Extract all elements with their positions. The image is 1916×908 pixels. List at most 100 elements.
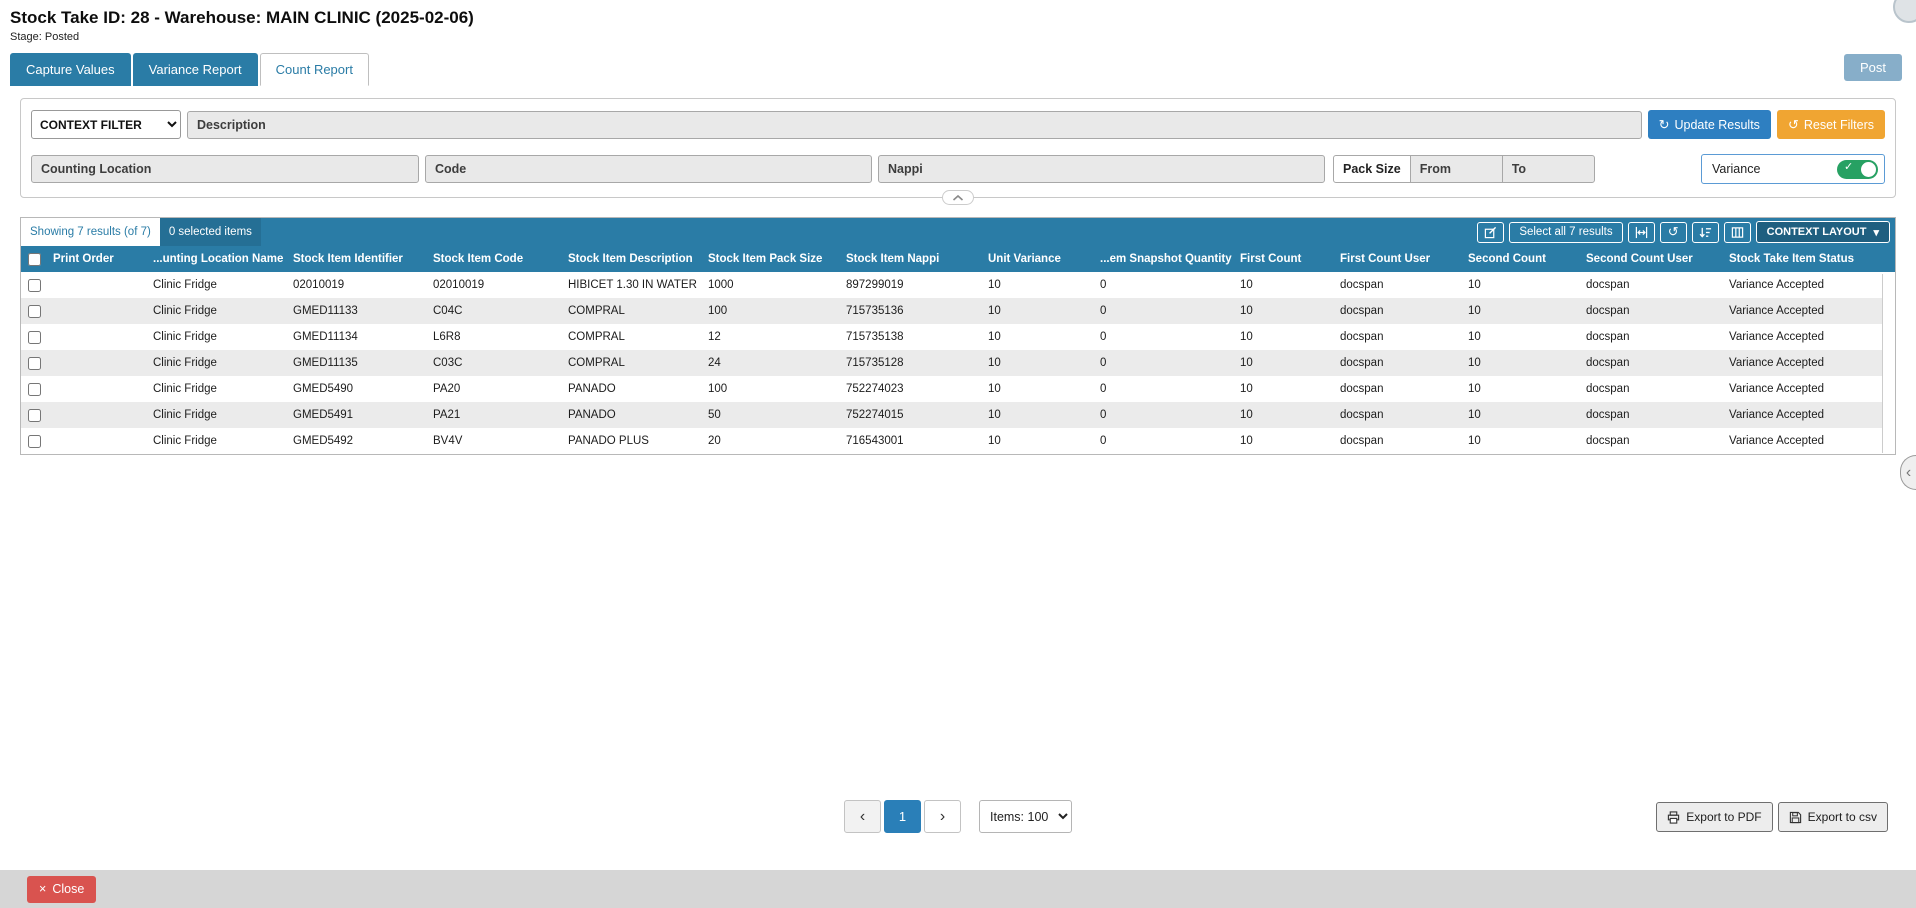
table-row[interactable]: Clinic FridgeGMED5491PA21PANADO507522740… <box>21 402 1895 428</box>
prev-page-button[interactable]: ‹ <box>844 800 881 833</box>
table-cell: 100 <box>702 376 840 402</box>
chevron-up-icon <box>952 194 964 202</box>
pack-size-from-input[interactable] <box>1410 155 1503 183</box>
column-header[interactable]: Stock Item Description <box>562 246 702 272</box>
row-select-checkbox[interactable] <box>28 305 41 318</box>
check-icon: ✓ <box>1844 162 1853 173</box>
select-all-button[interactable]: Select all 7 results <box>1509 222 1622 243</box>
table-cell: Clinic Fridge <box>147 376 287 402</box>
table-cell: 10 <box>1462 402 1580 428</box>
row-select-checkbox[interactable] <box>28 331 41 344</box>
table-scrollbar-track[interactable] <box>1882 274 1895 453</box>
column-header[interactable]: First Count <box>1234 246 1334 272</box>
table-cell: 0 <box>1094 272 1234 298</box>
export-csv-button[interactable]: Export to csv <box>1778 802 1888 832</box>
toggle-knob <box>1861 162 1876 177</box>
column-header[interactable]: Second Count User <box>1580 246 1723 272</box>
row-select-checkbox[interactable] <box>28 409 41 422</box>
select-all-checkbox[interactable] <box>28 253 41 266</box>
reset-filters-button[interactable]: ↺ Reset Filters <box>1777 110 1885 139</box>
code-input[interactable] <box>425 155 872 183</box>
variance-filter: Variance ✓ <box>1701 154 1885 184</box>
table-cell: PANADO PLUS <box>562 428 702 454</box>
column-header[interactable]: Unit Variance <box>982 246 1094 272</box>
export-csv-label: Export to csv <box>1808 810 1877 824</box>
refresh-icon: ↻ <box>1659 117 1670 133</box>
table-cell: PANADO <box>562 402 702 428</box>
counting-location-input[interactable] <box>31 155 419 183</box>
table-cell: 10 <box>1462 298 1580 324</box>
table-cell: 10 <box>1462 428 1580 454</box>
post-button[interactable]: Post <box>1844 54 1902 81</box>
pack-size-to-input[interactable] <box>1502 155 1595 183</box>
printer-icon <box>1667 811 1680 824</box>
table-cell: Clinic Fridge <box>147 402 287 428</box>
column-header[interactable]: Second Count <box>1462 246 1580 272</box>
table-row[interactable]: Clinic FridgeGMED5492BV4VPANADO PLUS2071… <box>21 428 1895 454</box>
context-layout-button[interactable]: CONTEXT LAYOUT ▾ <box>1756 221 1890 243</box>
export-pdf-label: Export to PDF <box>1686 810 1761 824</box>
table-row[interactable]: Clinic Fridge0201001902010019HIBICET 1.3… <box>21 272 1895 298</box>
fit-columns-button[interactable] <box>1628 222 1655 243</box>
items-per-page-select[interactable]: Items: 100 <box>979 800 1072 833</box>
table-cell: 10 <box>982 298 1094 324</box>
table-cell: C04C <box>427 298 562 324</box>
table-cell: GMED5491 <box>287 402 427 428</box>
table-cell: 10 <box>1234 298 1334 324</box>
context-filter-select[interactable]: CONTEXT FILTER <box>31 110 181 139</box>
tab-count-report[interactable]: Count Report <box>260 53 369 86</box>
description-input[interactable] <box>187 111 1642 139</box>
column-header[interactable]: Stock Item Nappi <box>840 246 982 272</box>
current-page-button[interactable]: 1 <box>884 800 921 833</box>
column-header[interactable]: Stock Item Identifier <box>287 246 427 272</box>
table-cell: Clinic Fridge <box>147 298 287 324</box>
table-cell: docspan <box>1334 350 1462 376</box>
update-results-button[interactable]: ↻ Update Results <box>1648 110 1771 139</box>
showing-results-chip[interactable]: Showing 7 results (of 7) <box>21 218 160 246</box>
column-header[interactable]: First Count User <box>1334 246 1462 272</box>
filter-collapse-handle[interactable] <box>942 190 974 205</box>
tab-capture-values[interactable]: Capture Values <box>10 53 131 86</box>
row-select-checkbox[interactable] <box>28 435 41 448</box>
table-cell: docspan <box>1580 324 1723 350</box>
table-cell: 752274023 <box>840 376 982 402</box>
sort-button[interactable] <box>1692 222 1719 243</box>
column-header[interactable]: Print Order <box>47 246 147 272</box>
table-cell: Variance Accepted <box>1723 376 1895 402</box>
reload-button[interactable]: ↺ <box>1660 222 1687 243</box>
table-cell: 10 <box>1462 324 1580 350</box>
column-header[interactable]: ...em Snapshot Quantity <box>1094 246 1234 272</box>
tab-variance-report[interactable]: Variance Report <box>133 53 258 86</box>
table-cell: 0 <box>1094 428 1234 454</box>
row-select-checkbox[interactable] <box>28 279 41 292</box>
close-button[interactable]: × Close <box>27 876 96 903</box>
table-cell: 0 <box>1094 350 1234 376</box>
tabs: Capture Values Variance Report Count Rep… <box>10 53 369 86</box>
column-header[interactable]: Stock Item Pack Size <box>702 246 840 272</box>
table-cell: 10 <box>982 350 1094 376</box>
column-header[interactable]: Stock Take Item Status <box>1723 246 1895 272</box>
table-row[interactable]: Clinic FridgeGMED11135C03CCOMPRAL2471573… <box>21 350 1895 376</box>
columns-button[interactable] <box>1724 222 1751 243</box>
row-select-checkbox[interactable] <box>28 383 41 396</box>
table-cell: Variance Accepted <box>1723 298 1895 324</box>
export-pdf-button[interactable]: Export to PDF <box>1656 802 1772 832</box>
column-header[interactable]: ...unting Location Name <box>147 246 287 272</box>
fit-columns-icon <box>1635 226 1648 239</box>
table-cell: docspan <box>1580 376 1723 402</box>
row-select-cell <box>21 298 47 324</box>
update-results-label: Update Results <box>1674 118 1759 132</box>
table-cell <box>47 298 147 324</box>
side-panel-handle[interactable]: ‹ <box>1900 455 1916 490</box>
table-row[interactable]: Clinic FridgeGMED11133C04CCOMPRAL1007157… <box>21 298 1895 324</box>
edit-view-button[interactable] <box>1477 222 1504 243</box>
variance-toggle[interactable]: ✓ <box>1837 160 1878 179</box>
row-select-checkbox[interactable] <box>28 357 41 370</box>
table-cell: docspan <box>1334 376 1462 402</box>
next-page-button[interactable]: › <box>924 800 961 833</box>
table-row[interactable]: Clinic FridgeGMED5490PA20PANADO100752274… <box>21 376 1895 402</box>
column-header[interactable]: Stock Item Code <box>427 246 562 272</box>
table-cell: 12 <box>702 324 840 350</box>
nappi-input[interactable] <box>878 155 1325 183</box>
table-row[interactable]: Clinic FridgeGMED11134L6R8COMPRAL1271573… <box>21 324 1895 350</box>
